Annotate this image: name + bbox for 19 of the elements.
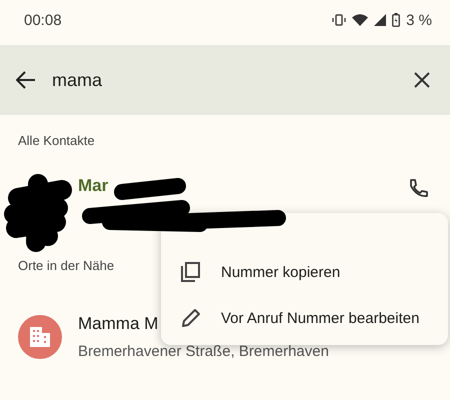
place-name[interactable]: Mamma M bbox=[78, 314, 158, 334]
building-avatar-icon bbox=[18, 315, 62, 359]
vibrate-icon bbox=[332, 14, 346, 26]
phone-icon[interactable] bbox=[408, 178, 428, 198]
section-header: Orte in der Nähe bbox=[18, 258, 114, 273]
copy-icon bbox=[181, 262, 201, 282]
place-address: Bremerhavener Straße, Bremerhaven bbox=[78, 343, 329, 360]
clock-time: 00:08 bbox=[24, 12, 62, 28]
battery-percent: 3 % bbox=[406, 12, 432, 28]
section-header: Alle Kontakte bbox=[18, 133, 95, 148]
back-arrow-icon[interactable] bbox=[16, 71, 36, 89]
close-icon[interactable] bbox=[414, 72, 430, 88]
wifi-icon bbox=[352, 14, 368, 26]
signal-icon bbox=[374, 14, 386, 26]
battery-icon bbox=[392, 13, 400, 27]
pencil-icon bbox=[181, 308, 201, 328]
popup-menu-item[interactable]: Vor Anruf Nummer bearbeiten bbox=[161, 295, 448, 341]
contact-name[interactable]: Mar bbox=[78, 176, 108, 196]
popup-menu-item[interactable]: Nummer kopieren bbox=[161, 249, 448, 295]
